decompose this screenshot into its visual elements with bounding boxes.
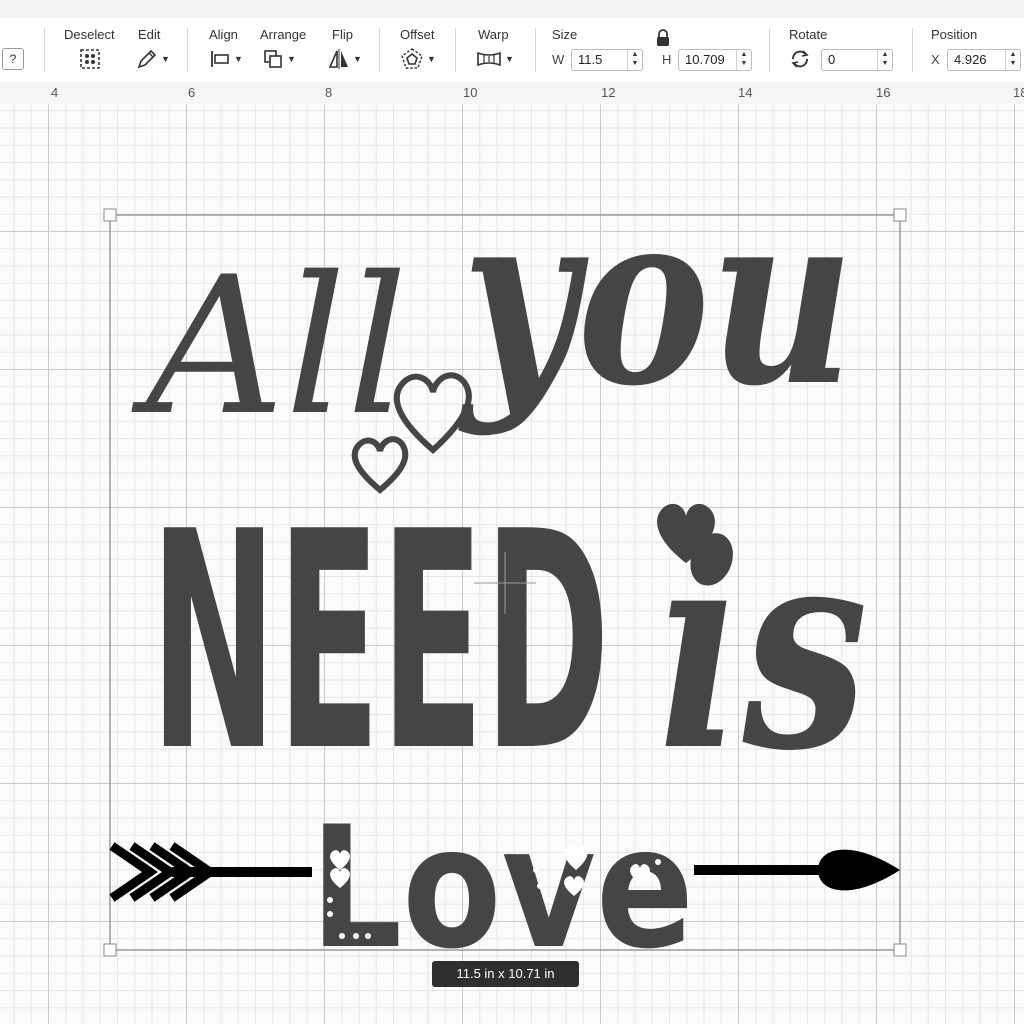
resize-handle-top-right[interactable]: [893, 208, 907, 222]
design-text-love: Love: [310, 790, 694, 986]
resize-handle-top-left[interactable]: [103, 208, 117, 222]
design-text-all: All: [131, 236, 408, 457]
size-readout-tooltip: 11.5 in x 10.71 in: [432, 961, 579, 987]
resize-handle-bottom-right[interactable]: [893, 943, 907, 957]
design-text-you: you: [458, 157, 854, 439]
design-artwork[interactable]: All you NEED is Love: [0, 0, 1024, 1024]
resize-handle-bottom-left[interactable]: [103, 943, 117, 957]
design-text-need: NEED: [150, 468, 610, 817]
